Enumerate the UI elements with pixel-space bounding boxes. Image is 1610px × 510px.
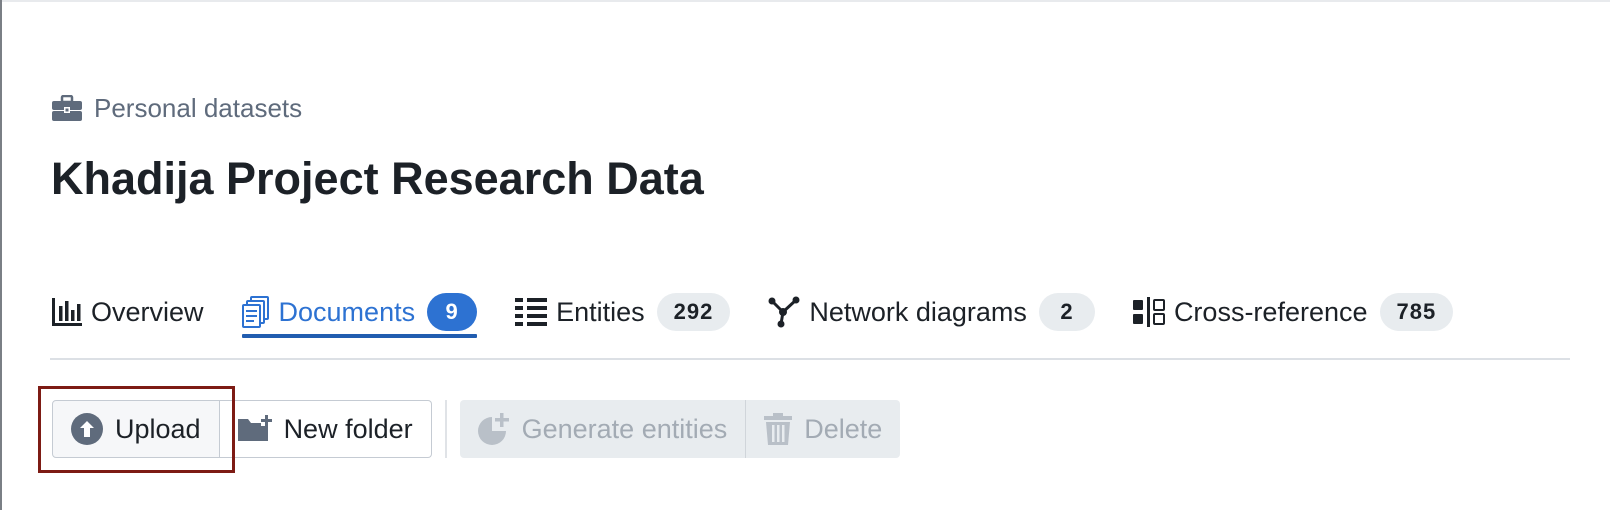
tab-network-diagrams-label: Network diagrams bbox=[809, 296, 1027, 327]
tab-overview[interactable]: Overview bbox=[52, 286, 204, 338]
toolbar-separator bbox=[444, 400, 447, 458]
delete-button-label: Delete bbox=[804, 413, 883, 444]
action-button-group: Generate entities Delete bbox=[459, 400, 901, 458]
graph-icon bbox=[768, 296, 800, 328]
generate-entities-button[interactable]: Generate entities bbox=[459, 400, 746, 458]
trash-icon bbox=[764, 413, 793, 445]
documents-icon bbox=[241, 296, 270, 328]
create-button-group: Upload New folder bbox=[52, 400, 432, 458]
new-folder-button-label: New folder bbox=[283, 413, 413, 444]
upload-circle-icon bbox=[71, 413, 103, 445]
new-folder-button[interactable]: New folder bbox=[219, 400, 432, 458]
entities-count-badge: 292 bbox=[656, 293, 731, 331]
generate-entities-button-label: Generate entities bbox=[521, 413, 728, 444]
tab-network-diagrams[interactable]: Network diagrams 2 bbox=[768, 286, 1095, 338]
upload-button-label: Upload bbox=[115, 413, 201, 444]
tab-divider bbox=[50, 358, 1570, 360]
tab-cross-reference[interactable]: Cross-reference 785 bbox=[1132, 286, 1454, 338]
generate-pie-icon bbox=[477, 413, 510, 445]
tab-cross-reference-label: Cross-reference bbox=[1173, 296, 1368, 327]
breadcrumb[interactable]: Personal datasets bbox=[52, 93, 302, 123]
tab-bar: Overview Documents 9 Entities 292 Networ… bbox=[52, 286, 1491, 338]
documents-toolbar: Upload New folder Generate entities Dele… bbox=[52, 400, 901, 458]
folder-add-icon bbox=[237, 415, 272, 443]
tab-entities-label: Entities bbox=[556, 296, 645, 327]
upload-button[interactable]: Upload bbox=[52, 400, 220, 458]
comparison-icon bbox=[1132, 297, 1165, 327]
documents-count-badge: 9 bbox=[427, 293, 478, 331]
bar-chart-icon bbox=[52, 298, 82, 326]
delete-button[interactable]: Delete bbox=[745, 400, 901, 458]
tab-documents-label: Documents bbox=[278, 296, 416, 327]
cross-reference-count-badge: 785 bbox=[1379, 293, 1454, 331]
window-top-edge bbox=[0, 0, 1610, 2]
breadcrumb-label: Personal datasets bbox=[94, 92, 303, 123]
tab-overview-label: Overview bbox=[91, 296, 204, 327]
window-left-edge bbox=[0, 0, 2, 510]
tab-documents[interactable]: Documents 9 bbox=[241, 286, 478, 338]
network-diagrams-count-badge: 2 bbox=[1038, 293, 1095, 331]
briefcase-icon bbox=[52, 95, 82, 121]
page-title: Khadija Project Research Data bbox=[51, 153, 704, 204]
tab-entities[interactable]: Entities 292 bbox=[515, 286, 731, 338]
list-columns-icon bbox=[515, 298, 548, 326]
